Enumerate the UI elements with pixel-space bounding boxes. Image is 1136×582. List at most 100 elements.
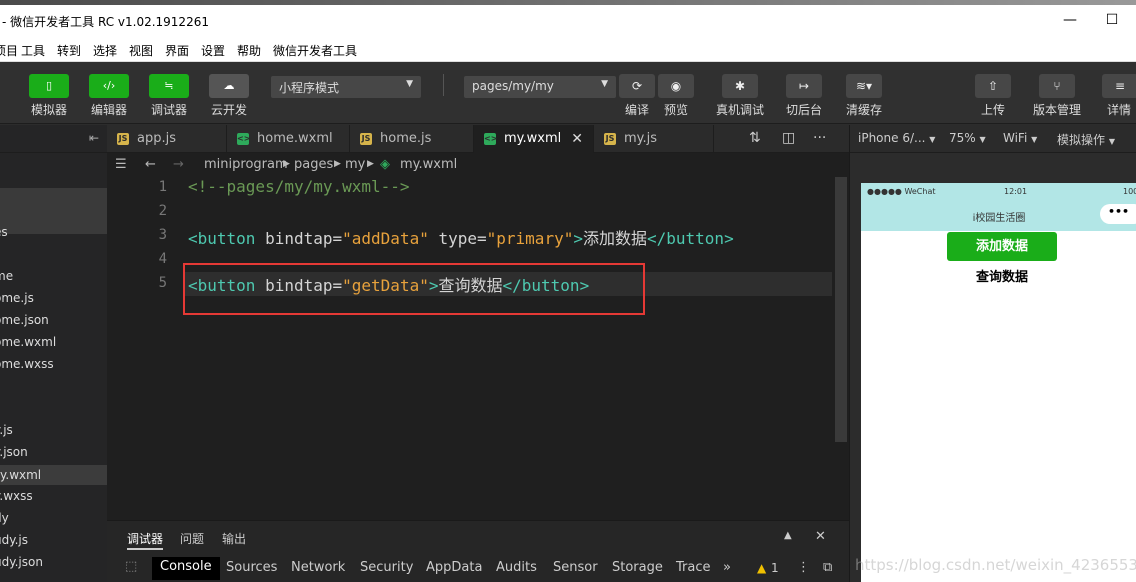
preview-button[interactable]: ◉ 预览 — [658, 74, 694, 118]
page-select[interactable]: pages/my/my ▼ — [464, 76, 616, 98]
tab-label: my.wxml — [504, 131, 562, 146]
subtab-storage[interactable]: Storage — [612, 560, 663, 575]
menu-devtools[interactable]: 微信开发者工具 — [273, 42, 357, 59]
collapse-sidebar-icon[interactable]: ⇤ — [89, 131, 99, 145]
details-button[interactable]: ≡ 详情 — [1102, 74, 1136, 118]
simulate-ops-select[interactable]: 模拟操作 ▼ — [1057, 131, 1115, 148]
menu-help[interactable]: 帮助 — [237, 42, 261, 59]
file-item[interactable]: es — [0, 225, 8, 239]
tab-home-js[interactable]: JS home.js — [350, 125, 474, 153]
tab-label: home.wxml — [257, 131, 333, 146]
more-icon[interactable]: ··· — [813, 130, 826, 146]
tab-output[interactable]: 输出 — [222, 530, 246, 547]
subtab-appdata[interactable]: AppData — [426, 560, 482, 575]
menu-project[interactable]: 项目 — [0, 42, 18, 59]
query-data-button[interactable]: 查询数据 — [947, 263, 1057, 292]
editor-toggle-button[interactable]: ‹/› 编辑器 — [79, 74, 139, 118]
file-item[interactable]: udy.json — [0, 555, 43, 569]
file-item[interactable]: ome.json — [0, 313, 49, 327]
background-button[interactable]: ↦ 切后台 — [782, 74, 826, 118]
chevron-up-icon[interactable]: ▲ — [784, 530, 792, 541]
mode-select[interactable]: 小程序模式 ▼ — [271, 76, 421, 98]
device-select[interactable]: iPhone 6/... ▼ — [858, 131, 935, 145]
page-title: i校园生活圈 — [972, 213, 1026, 224]
clear-cache-button[interactable]: ≋▾ 清缓存 — [842, 74, 886, 118]
subtab-trace[interactable]: Trace — [676, 560, 711, 575]
menu-tools[interactable]: 工具 — [21, 42, 45, 59]
tab-my-js[interactable]: JS my.js — [594, 125, 714, 153]
outline-icon[interactable]: ☰ — [115, 157, 127, 172]
line-number: 5 — [158, 275, 167, 291]
breadcrumb-item[interactable]: my — [345, 157, 365, 172]
menu-select[interactable]: 选择 — [93, 42, 117, 59]
file-item[interactable]: udy.js — [0, 533, 28, 547]
line-number: 2 — [158, 203, 167, 219]
split-editor-icon[interactable]: ◫ — [782, 130, 795, 146]
kebab-menu-icon[interactable]: ⋮ — [797, 560, 810, 575]
simulator-toggle-button[interactable]: ▯ 模拟器 — [19, 74, 79, 118]
undock-icon[interactable]: ⧉ — [823, 560, 832, 575]
upload-label: 上传 — [980, 103, 1005, 117]
file-item[interactable]: y.js — [0, 423, 13, 437]
more-tabs-icon[interactable]: » — [723, 560, 731, 575]
close-icon[interactable]: ✕ — [815, 529, 826, 544]
subtab-security[interactable]: Security — [360, 560, 413, 575]
title-bar: - 微信开发者工具 RC v1.02.1912261 — ☐ — [0, 0, 1136, 38]
network-select[interactable]: WiFi ▼ — [1003, 131, 1037, 145]
tab-debugger[interactable]: 调试器 — [127, 530, 163, 547]
file-item[interactable]: ome.js — [0, 291, 34, 305]
debugger-toggle-button[interactable]: ≒ 调试器 — [139, 74, 199, 118]
subtab-sensor[interactable]: Sensor — [553, 560, 598, 575]
menu-settings[interactable]: 设置 — [201, 42, 225, 59]
menu-goto[interactable]: 转到 — [57, 42, 81, 59]
tab-my-wxml[interactable]: <> my.wxml ✕ — [474, 125, 594, 153]
back-icon[interactable]: ← — [145, 157, 156, 172]
tab-problems[interactable]: 问题 — [180, 530, 204, 547]
close-icon[interactable]: ✕ — [571, 125, 583, 153]
upload-button[interactable]: ⇧ 上传 — [975, 74, 1011, 118]
breadcrumb-item[interactable]: my.wxml — [400, 157, 457, 172]
file-item[interactable]: ome.wxml — [0, 335, 56, 349]
phone-icon: ▯ — [29, 74, 69, 98]
subtab-sources[interactable]: Sources — [226, 560, 277, 575]
phone-screen: ●●●●● WeChat 12:01 100 i校园生活圈 ••• 添加数据 查… — [861, 183, 1136, 582]
add-data-button[interactable]: 添加数据 — [947, 232, 1057, 261]
editor-scrollbar[interactable] — [835, 177, 847, 442]
menu-view[interactable]: 视图 — [129, 42, 153, 59]
version-button[interactable]: ⑂ 版本管理 — [1031, 74, 1083, 118]
inspect-icon[interactable]: ⬚ — [125, 559, 137, 574]
toolbar-divider — [443, 74, 444, 96]
capsule-menu-button[interactable]: ••• — [1100, 204, 1136, 224]
warning-icon[interactable]: ▲ — [757, 561, 766, 575]
tab-app-js[interactable]: JS app.js — [107, 125, 227, 153]
compile-button[interactable]: ⟳ 编译 — [619, 74, 655, 118]
remote-debug-button[interactable]: ✱ 真机调试 — [712, 74, 768, 118]
debug-panel: 调试器 问题 输出 ▲ ✕ ⬚ Console Sources Network … — [107, 520, 849, 582]
devtools-window: { "window": { "title": "- 微信开发者工具 RC v1.… — [0, 0, 1136, 582]
file-item[interactable]: y.wxss — [0, 489, 33, 503]
file-item-selected[interactable]: y.wxml — [0, 465, 113, 485]
file-item[interactable]: y.json — [0, 445, 28, 459]
subtab-console[interactable]: Console — [152, 557, 220, 580]
code-string: "primary" — [486, 229, 574, 248]
wxml-file-icon: ◈ — [380, 157, 390, 172]
file-item[interactable]: ome.wxss — [0, 357, 54, 371]
forward-icon[interactable]: → — [173, 157, 184, 172]
subtab-audits[interactable]: Audits — [496, 560, 537, 575]
format-icon[interactable]: ⇅ — [749, 130, 761, 146]
cloud-dev-button[interactable]: ☁ 云开发 — [199, 74, 259, 118]
subtab-network[interactable]: Network — [291, 560, 345, 575]
code-comment: <!--pages/my/my.wxml--> — [188, 177, 410, 196]
maximize-button[interactable]: ☐ — [1102, 10, 1122, 30]
folder-item[interactable]: dy — [0, 511, 9, 525]
tab-home-wxml[interactable]: <> home.wxml — [227, 125, 350, 153]
folder-item[interactable]: me — [0, 269, 13, 283]
code-editor[interactable]: 1 2 3 4 5 <!--pages/my/my.wxml--> <butto… — [107, 177, 849, 520]
breadcrumb-item[interactable]: miniprogram — [204, 157, 288, 172]
highlight-annotation-box — [183, 263, 645, 315]
minimize-button[interactable]: — — [1060, 10, 1080, 30]
explorer-project-header[interactable] — [0, 188, 107, 234]
menu-interface[interactable]: 界面 — [165, 42, 189, 59]
breadcrumb-item[interactable]: pages — [294, 157, 333, 172]
zoom-select[interactable]: 75% ▼ — [949, 131, 986, 145]
